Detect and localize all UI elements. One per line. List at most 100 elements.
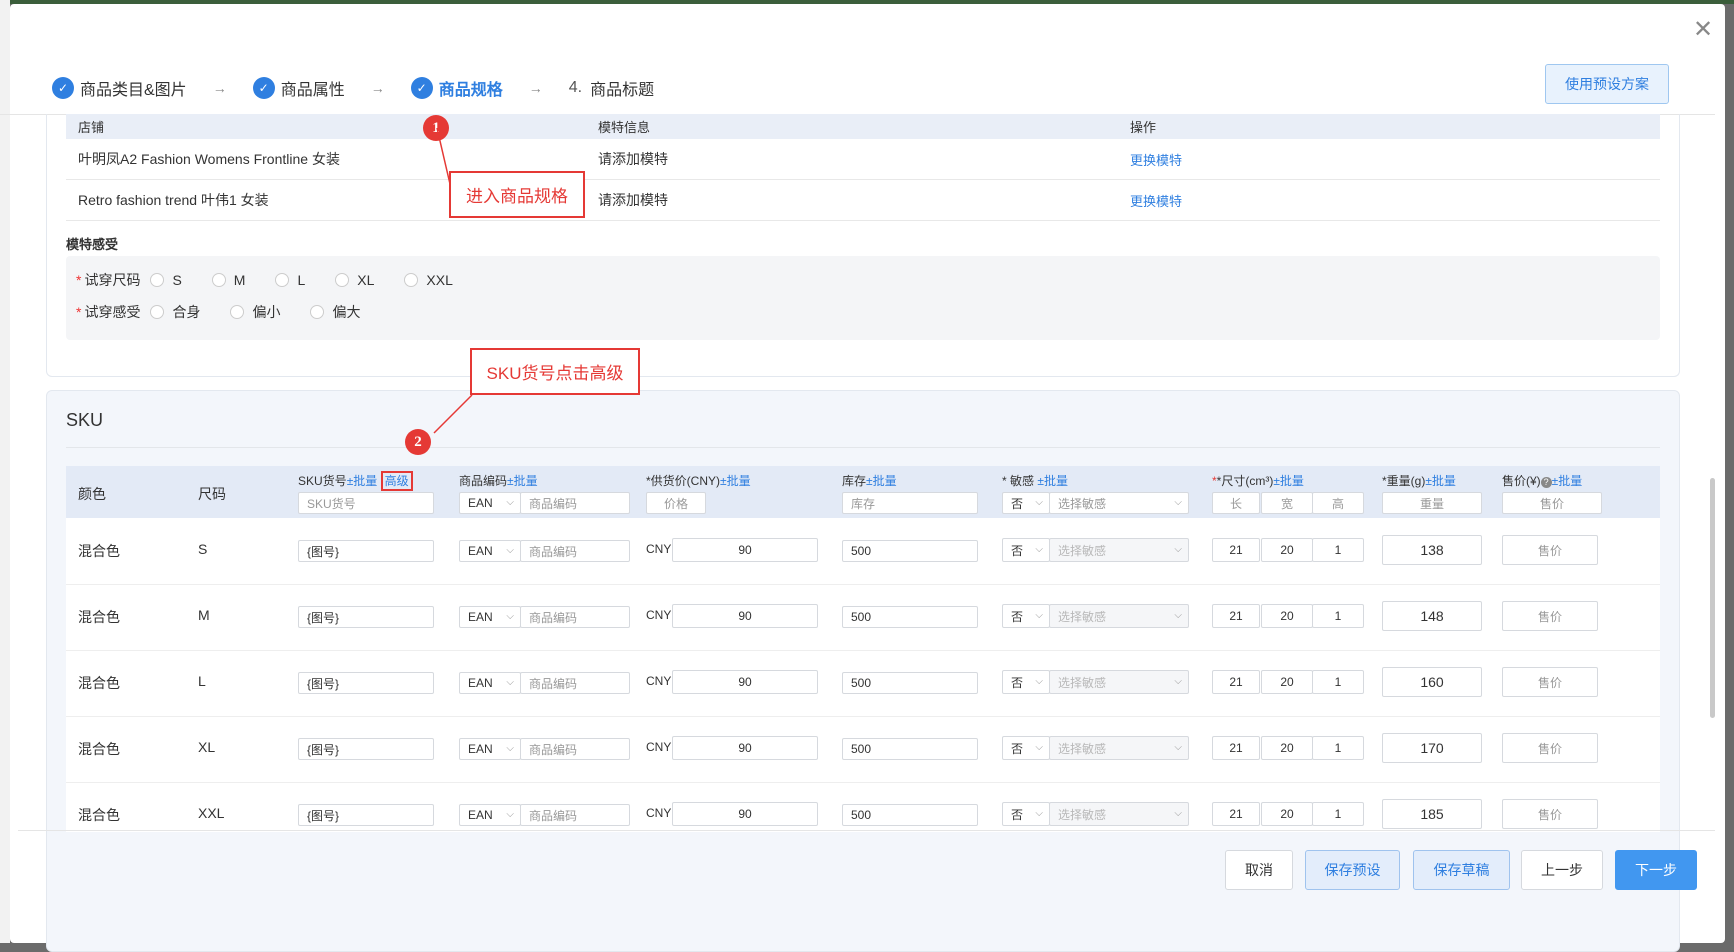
sale-price-input[interactable]: 售价	[1502, 733, 1598, 763]
supply-price-input[interactable]: 90	[672, 670, 818, 694]
sale-price-input[interactable]: 售价	[1502, 601, 1598, 631]
width-input[interactable]: 20	[1261, 604, 1313, 628]
length-input[interactable]: 21	[1212, 538, 1260, 562]
code-type-select[interactable]: EAN ⌵	[459, 606, 521, 628]
change-model-link[interactable]: 更换模特	[1130, 153, 1182, 168]
batch-link[interactable]: ±批量	[866, 474, 897, 488]
sku-no-batch-input[interactable]: SKU货号	[298, 492, 434, 514]
sensitive-select[interactable]: 选择敏感 ⌵	[1049, 802, 1189, 826]
width-input[interactable]: 20	[1261, 538, 1313, 562]
code-type-select[interactable]: EAN ⌵	[459, 738, 521, 760]
width-input[interactable]: 20	[1261, 802, 1313, 826]
radio-size-s[interactable]: S	[140, 272, 182, 288]
stock-input[interactable]: 500	[842, 606, 978, 628]
save-preset-button[interactable]: 保存预设	[1305, 850, 1400, 890]
stock-input[interactable]: 500	[842, 672, 978, 694]
sensitive-flag-select[interactable]: 否 ⌵	[1002, 538, 1050, 562]
batch-link[interactable]: ±批量	[720, 474, 751, 488]
batch-link[interactable]: ±批量	[1552, 474, 1583, 488]
supply-price-input[interactable]: 90	[672, 538, 818, 562]
code-type-select[interactable]: EAN ⌵	[459, 672, 521, 694]
sku-no-input[interactable]: {图号}	[298, 804, 434, 826]
code-type-select[interactable]: EAN ⌵	[459, 540, 521, 562]
height-batch-input[interactable]: 高	[1312, 492, 1364, 514]
code-batch-input[interactable]: 商品编码	[520, 492, 630, 514]
step-title[interactable]: 4. 商品标题	[569, 76, 654, 100]
length-input[interactable]: 21	[1212, 802, 1260, 826]
batch-link[interactable]: ±批量	[1425, 474, 1456, 488]
sensitive-select[interactable]: 选择敏感 ⌵	[1049, 670, 1189, 694]
product-code-input[interactable]: 商品编码	[520, 606, 630, 628]
change-model-link[interactable]: 更换模特	[1130, 194, 1182, 209]
radio-size-l[interactable]: L	[265, 272, 305, 288]
sale-price-input[interactable]: 售价	[1502, 535, 1598, 565]
stock-input[interactable]: 500	[842, 540, 978, 562]
stock-input[interactable]: 500	[842, 738, 978, 760]
product-code-input[interactable]: 商品编码	[520, 804, 630, 826]
width-input[interactable]: 20	[1261, 670, 1313, 694]
code-type-select[interactable]: EAN ⌵	[459, 804, 521, 826]
weight-input[interactable]: 185	[1382, 799, 1482, 829]
supply-price-input[interactable]: 90	[672, 604, 818, 628]
stock-batch-input[interactable]: 库存	[842, 492, 978, 514]
sku-no-input[interactable]: {图号}	[298, 540, 434, 562]
width-batch-input[interactable]: 宽	[1261, 492, 1313, 514]
weight-input[interactable]: 170	[1382, 733, 1482, 763]
radio-size-m[interactable]: M	[202, 272, 245, 288]
sensitive-select[interactable]: 选择敏感 ⌵	[1049, 604, 1189, 628]
sku-no-input[interactable]: {图号}	[298, 738, 434, 760]
advanced-link[interactable]: 高级	[380, 471, 413, 491]
height-input[interactable]: 1	[1312, 670, 1364, 694]
sensitive-flag-select[interactable]: 否 ⌵	[1002, 802, 1050, 826]
code-type-select[interactable]: EAN ⌵	[459, 492, 521, 514]
save-draft-button[interactable]: 保存草稿	[1413, 850, 1510, 890]
sensitive-flag-select[interactable]: 否 ⌵	[1002, 736, 1050, 760]
length-input[interactable]: 21	[1212, 670, 1260, 694]
length-input[interactable]: 21	[1212, 736, 1260, 760]
sale-price-input[interactable]: 售价	[1502, 799, 1598, 829]
radio-feel-small[interactable]: 偏小	[220, 302, 280, 322]
sku-no-input[interactable]: {图号}	[298, 672, 434, 694]
supply-price-input[interactable]: 90	[672, 736, 818, 760]
sale-price-batch-input[interactable]: 售价	[1502, 492, 1602, 514]
height-input[interactable]: 1	[1312, 538, 1364, 562]
use-preset-button[interactable]: 使用预设方案	[1545, 64, 1669, 104]
step-specifications[interactable]: ✓ 商品规格	[410, 76, 503, 100]
height-input[interactable]: 1	[1312, 604, 1364, 628]
height-input[interactable]: 1	[1312, 802, 1364, 826]
close-icon[interactable]: ✕	[1691, 18, 1715, 42]
batch-link[interactable]: ±批量	[507, 474, 538, 488]
radio-feel-fit[interactable]: 合身	[140, 302, 200, 322]
batch-link[interactable]: ±批量	[347, 474, 378, 488]
product-code-input[interactable]: 商品编码	[520, 540, 630, 562]
step-category-images[interactable]: ✓ 商品类目&图片	[52, 76, 187, 100]
product-code-input[interactable]: 商品编码	[520, 672, 630, 694]
cancel-button[interactable]: 取消	[1225, 850, 1293, 890]
help-icon[interactable]: ?	[1540, 477, 1552, 488]
length-batch-input[interactable]: 长	[1212, 492, 1260, 514]
step-attributes[interactable]: ✓ 商品属性	[252, 76, 345, 100]
batch-link[interactable]: ±批量	[1273, 474, 1304, 488]
sensitive-flag-select[interactable]: 否 ⌵	[1002, 492, 1050, 514]
length-input[interactable]: 21	[1212, 604, 1260, 628]
prev-step-button[interactable]: 上一步	[1521, 850, 1603, 890]
batch-link[interactable]: ±批量	[1037, 474, 1068, 488]
radio-size-xl[interactable]: XL	[325, 272, 374, 288]
supply-price-input[interactable]: 90	[672, 802, 818, 826]
sensitive-select[interactable]: 选择敏感 ⌵	[1049, 538, 1189, 562]
weight-batch-input[interactable]: 重量	[1382, 492, 1482, 514]
height-input[interactable]: 1	[1312, 736, 1364, 760]
sku-no-input[interactable]: {图号}	[298, 606, 434, 628]
weight-input[interactable]: 138	[1382, 535, 1482, 565]
sensitive-select[interactable]: 选择敏感 ⌵	[1049, 492, 1189, 514]
radio-size-xxl[interactable]: XXL	[394, 272, 453, 288]
sensitive-flag-select[interactable]: 否 ⌵	[1002, 604, 1050, 628]
sensitive-select[interactable]: 选择敏感 ⌵	[1049, 736, 1189, 760]
next-step-button[interactable]: 下一步	[1615, 850, 1697, 890]
radio-feel-large[interactable]: 偏大	[300, 302, 360, 322]
sale-price-input[interactable]: 售价	[1502, 667, 1598, 697]
weight-input[interactable]: 148	[1382, 601, 1482, 631]
sensitive-flag-select[interactable]: 否 ⌵	[1002, 670, 1050, 694]
weight-input[interactable]: 160	[1382, 667, 1482, 697]
product-code-input[interactable]: 商品编码	[520, 738, 630, 760]
